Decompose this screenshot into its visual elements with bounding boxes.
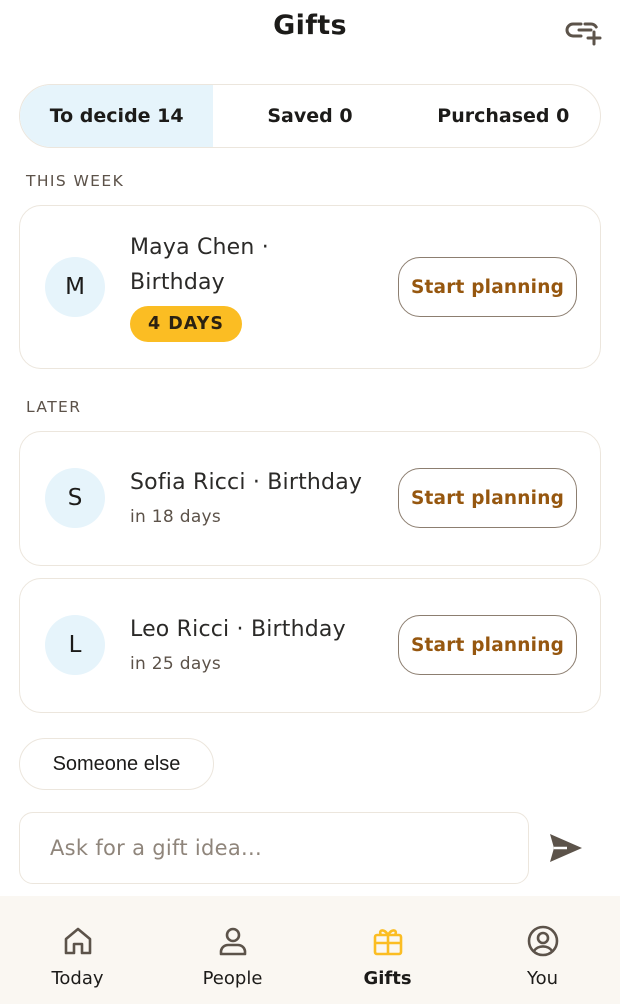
days-until: in 25 days bbox=[130, 654, 222, 674]
tab-saved[interactable]: Saved 0 bbox=[213, 85, 406, 147]
nav-people[interactable]: People bbox=[155, 896, 310, 1004]
event-title-line2: Birthday bbox=[130, 270, 225, 295]
link-add-button[interactable] bbox=[564, 14, 604, 48]
nav-today[interactable]: Today bbox=[0, 896, 155, 1004]
avatar: L bbox=[45, 615, 105, 675]
profile-icon bbox=[527, 925, 558, 957]
send-button[interactable] bbox=[545, 828, 585, 868]
tab-to-decide[interactable]: To decide 14 bbox=[20, 85, 214, 147]
nav-you[interactable]: You bbox=[465, 896, 620, 1004]
avatar: M bbox=[45, 257, 105, 317]
days-until: in 18 days bbox=[130, 507, 222, 527]
gift-card-leo[interactable]: L Leo Ricci · Birthday in 25 days Start … bbox=[19, 578, 601, 713]
section-later: LATER bbox=[26, 398, 82, 416]
gift-status-tabs: To decide 14 Saved 0 Purchased 0 bbox=[19, 84, 601, 148]
page-title: Gifts bbox=[273, 10, 347, 41]
gift-card-maya[interactable]: M Maya Chen · Birthday 4 DAYS Start plan… bbox=[19, 205, 601, 369]
someone-else-button[interactable]: Someone else bbox=[19, 738, 214, 790]
nav-gifts[interactable]: Gifts bbox=[310, 896, 465, 1004]
gift-icon bbox=[373, 929, 402, 956]
nav-label: Gifts bbox=[363, 968, 412, 989]
send-icon bbox=[550, 834, 582, 862]
start-planning-button[interactable]: Start planning bbox=[398, 615, 577, 675]
nav-label: Today bbox=[51, 968, 104, 989]
event-title: Leo Ricci · Birthday bbox=[130, 617, 346, 642]
tab-purchased[interactable]: Purchased 0 bbox=[407, 85, 600, 147]
start-planning-button[interactable]: Start planning bbox=[398, 468, 577, 528]
event-title: Sofia Ricci · Birthday bbox=[130, 470, 363, 495]
avatar: S bbox=[45, 468, 105, 528]
person-icon bbox=[219, 927, 246, 956]
days-left-badge: 4 DAYS bbox=[130, 306, 242, 342]
gift-card-sofia[interactable]: S Sofia Ricci · Birthday in 18 days Star… bbox=[19, 431, 601, 566]
event-title: Maya Chen · bbox=[130, 235, 269, 260]
home-icon bbox=[64, 927, 91, 955]
nav-label: People bbox=[202, 968, 263, 989]
bottom-nav: Today People Gifts You bbox=[0, 896, 620, 1004]
nav-label: You bbox=[526, 968, 559, 989]
header: Gifts bbox=[0, 0, 620, 60]
section-this-week: THIS WEEK bbox=[26, 172, 125, 190]
start-planning-button[interactable]: Start planning bbox=[398, 257, 577, 317]
gift-idea-input[interactable] bbox=[19, 812, 529, 884]
link-add-icon bbox=[565, 22, 602, 46]
